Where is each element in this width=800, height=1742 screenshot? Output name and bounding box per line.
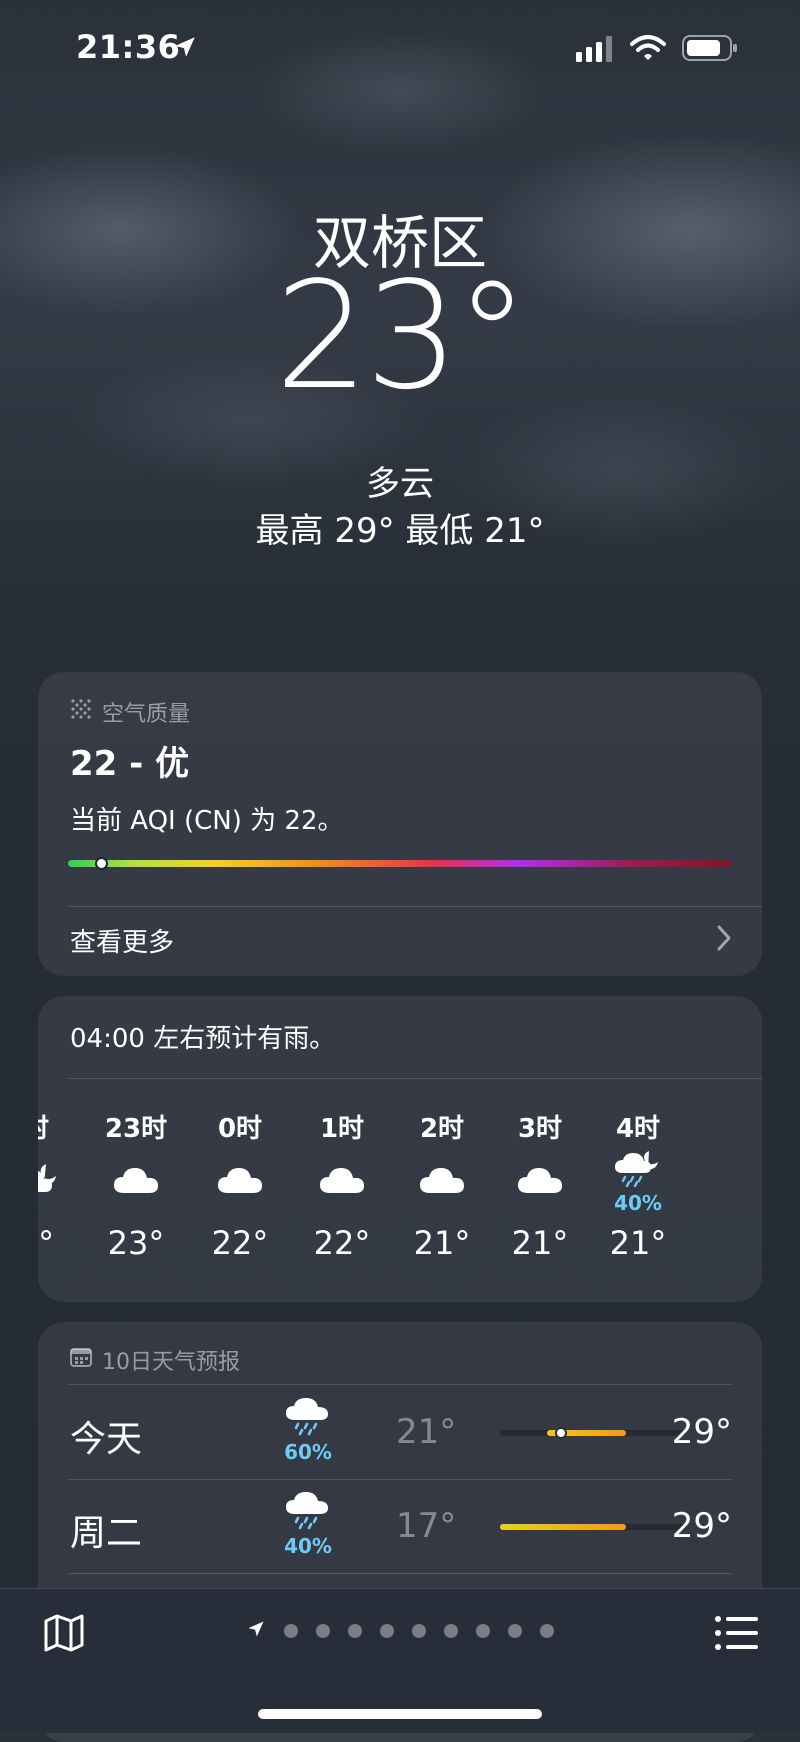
- cloud-icon: [318, 1165, 366, 1199]
- hour-label: 3时: [517, 1114, 563, 1144]
- temperature-range-track: [500, 1427, 686, 1439]
- day-icon-wrap: 40%: [268, 1490, 348, 1558]
- status-time: 21:36: [76, 28, 181, 66]
- air-quality-description: 当前 AQI (CN) 为 22。: [70, 806, 344, 836]
- page-dot[interactable]: [380, 1624, 394, 1638]
- day-row[interactable]: 周二 40% 17° 29°: [68, 1480, 732, 1574]
- hour-icon-wrap: [490, 1142, 590, 1222]
- hour-column: 4时 40% 21°: [588, 1108, 688, 1262]
- hour-column: 1时 22°: [292, 1108, 392, 1262]
- home-indicator[interactable]: [258, 1709, 542, 1719]
- temperature-range-fill: [500, 1524, 627, 1530]
- location-arrow-icon: [172, 34, 198, 64]
- moon-cloud-icon: [38, 1160, 60, 1204]
- page-dot[interactable]: [476, 1624, 490, 1638]
- hour-temperature: 21°: [609, 1224, 667, 1262]
- rain-summary: 04:00 左右预计有雨。: [70, 1024, 336, 1054]
- cloud-icon: [516, 1165, 564, 1199]
- status-bar: 21:36: [0, 0, 800, 96]
- hour-column: 0时 22°: [190, 1108, 290, 1262]
- day-icon-wrap: 60%: [268, 1396, 348, 1464]
- hour-column: 时 3°: [38, 1108, 86, 1262]
- hour-label: 2时: [419, 1114, 465, 1144]
- wifi-icon: [630, 34, 666, 66]
- high-temperature: 29°: [671, 1506, 732, 1546]
- hour-temperature: 21°: [413, 1224, 471, 1262]
- hour-icon-wrap: [38, 1142, 86, 1222]
- low-temperature: 17°: [396, 1506, 457, 1546]
- hour-column: 23时 23°: [86, 1108, 186, 1262]
- precip-chance: 40%: [614, 1191, 662, 1215]
- cloud-moon-rain-icon: [613, 1149, 663, 1191]
- hour-label: 0时: [217, 1114, 263, 1144]
- cloud-rain-icon: [284, 1490, 332, 1534]
- air-quality-card[interactable]: 空气质量 22 - 优 当前 AQI (CN) 为 22。 查看更多: [38, 672, 762, 976]
- air-quality-indicator: [95, 857, 109, 870]
- hour-label: 时: [38, 1108, 86, 1144]
- day-name: 今天: [70, 1419, 143, 1460]
- page-dot[interactable]: [540, 1624, 554, 1638]
- ten-day-title: 10日天气预报: [102, 1350, 240, 1375]
- divider: [68, 906, 762, 907]
- high-low-temperature: 最高 29° 最低 21°: [255, 511, 545, 551]
- page-dot[interactable]: [508, 1624, 522, 1638]
- calendar-icon: [70, 1346, 92, 1374]
- cellular-signal-icon: [576, 36, 616, 66]
- hour-temperature: 3°: [38, 1224, 55, 1262]
- hour-column: 3时 21°: [490, 1108, 590, 1262]
- page-dot[interactable]: [412, 1624, 426, 1638]
- ten-day-header: 10日天气预报: [70, 1344, 240, 1376]
- precip-chance: 60%: [284, 1440, 332, 1464]
- hour-label: 4时: [615, 1114, 661, 1144]
- hour-temperature: 22°: [313, 1224, 371, 1262]
- page-dot[interactable]: [348, 1624, 362, 1638]
- divider: [68, 1078, 762, 1079]
- hourly-forecast-card[interactable]: 04:00 左右预计有雨。 时3°23时23°0时22°1时22°2时21°3时…: [38, 996, 762, 1302]
- cloud-icon: [216, 1165, 264, 1199]
- current-temp-marker: [555, 1427, 568, 1439]
- current-temperature: 23°: [274, 250, 529, 422]
- hour-label: 23时: [104, 1114, 168, 1144]
- air-quality-title: 空气质量: [102, 702, 191, 727]
- divider: [68, 1573, 732, 1574]
- cloud-icon: [418, 1165, 466, 1199]
- air-quality-header: 空气质量: [70, 696, 190, 728]
- air-quality-icon: [70, 698, 92, 726]
- chevron-right-icon[interactable]: [716, 924, 732, 959]
- hour-column: 2时 21°: [392, 1108, 492, 1262]
- hour-icon-wrap: [292, 1142, 392, 1222]
- cloud-icon: [112, 1165, 160, 1199]
- page-dot[interactable]: [444, 1624, 458, 1638]
- hour-label: 1时: [319, 1114, 365, 1144]
- hour-temperature: 23°: [107, 1224, 165, 1262]
- page-dot[interactable]: [316, 1624, 330, 1638]
- bottom-toolbar: [0, 1588, 800, 1733]
- low-temperature: 21°: [396, 1412, 457, 1452]
- current-location-icon[interactable]: [246, 1619, 266, 1643]
- see-more-link[interactable]: 查看更多: [70, 922, 174, 959]
- cloud-rain-icon: [284, 1396, 332, 1440]
- page-dot[interactable]: [284, 1624, 298, 1638]
- air-quality-value: 22 - 优: [70, 744, 190, 784]
- hour-temperature: 21°: [511, 1224, 569, 1262]
- page-indicator[interactable]: [0, 1619, 800, 1643]
- day-name: 周二: [70, 1513, 143, 1554]
- hour-icon-wrap: [86, 1142, 186, 1222]
- hour-icon-wrap: [190, 1142, 290, 1222]
- day-row[interactable]: 今天 60% 21° 29°: [68, 1386, 732, 1480]
- current-condition: 多云: [366, 464, 434, 504]
- list-icon[interactable]: [714, 1613, 758, 1653]
- hour-temperature: 22°: [211, 1224, 269, 1262]
- hour-icon-wrap: [392, 1142, 492, 1222]
- hour-icon-wrap: 40%: [588, 1142, 688, 1222]
- divider: [68, 1384, 732, 1385]
- air-quality-scale-bar: [68, 857, 732, 870]
- temperature-range-track: [500, 1524, 686, 1530]
- high-temperature: 29°: [671, 1412, 732, 1452]
- precip-chance: 40%: [284, 1534, 332, 1558]
- battery-icon: [682, 35, 738, 65]
